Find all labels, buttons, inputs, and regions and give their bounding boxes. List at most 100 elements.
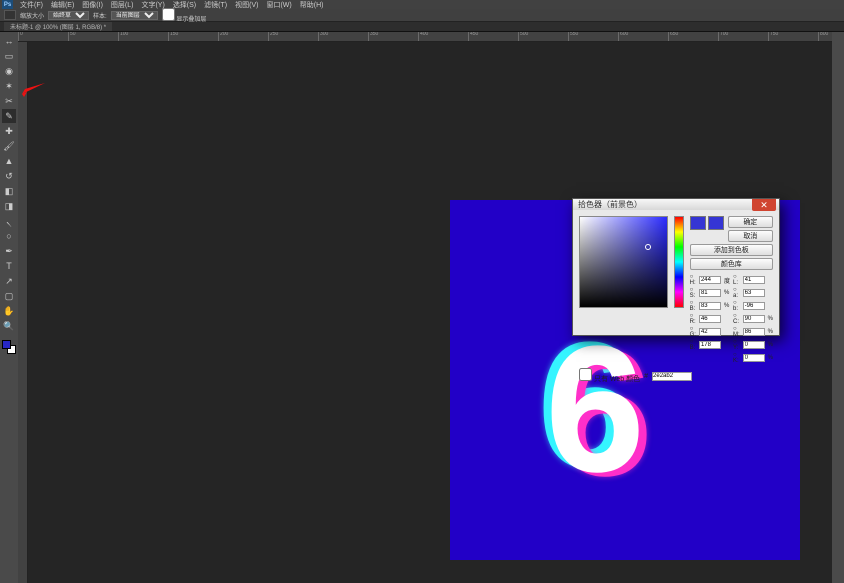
document-tabbar: 未标题-1 @ 100% (图层 1, RGB/8) * xyxy=(0,22,844,32)
field-label-K[interactable]: ○ K: xyxy=(733,352,740,364)
ruler-tick: 550 xyxy=(568,32,569,41)
add-swatch-button[interactable]: 添加到色板 xyxy=(690,244,773,256)
field-label-R[interactable]: ○ R: xyxy=(690,313,696,325)
eraser-tool[interactable]: ◧ xyxy=(2,184,16,198)
heal-tool[interactable]: ✚ xyxy=(2,124,16,138)
field-unit-Y: % xyxy=(768,342,773,348)
lasso-tool[interactable]: ◉ xyxy=(2,64,16,78)
brush-tool[interactable]: 🖌 xyxy=(2,139,16,153)
foreground-swatch[interactable] xyxy=(2,340,11,349)
color-picker-dialog: 拾色器（前景色） ✕ 确定 取消 添加到色板 颜色库 ○ H: 度○ L: ○ S:… xyxy=(572,198,780,336)
field-unit-K: % xyxy=(768,355,773,361)
path-tool[interactable]: ↗ xyxy=(2,274,16,288)
pen-tool[interactable]: ✒ xyxy=(2,244,16,258)
field-label-L[interactable]: ○ L: xyxy=(733,274,740,286)
ruler-tick: 0 xyxy=(18,32,19,41)
hand-tool[interactable]: ✋ xyxy=(2,304,16,318)
field-label-b[interactable]: ○ b: xyxy=(733,300,740,312)
dodge-tool[interactable]: ○ xyxy=(2,229,16,243)
field-input-Y[interactable] xyxy=(743,341,765,349)
menu-3[interactable]: 图层(L) xyxy=(107,0,138,10)
ruler-tick: 650 xyxy=(668,32,669,41)
options-bar: 缩放大小 始终草 样本: 当前图层 显示叠加层 xyxy=(0,9,844,22)
field-input-C[interactable] xyxy=(743,315,765,323)
history-brush-tool[interactable]: ↺ xyxy=(2,169,16,183)
ruler-tick: 800 xyxy=(818,32,819,41)
field-label-S[interactable]: ○ S: xyxy=(690,287,696,299)
active-tool-badge xyxy=(4,10,16,20)
close-button[interactable]: ✕ xyxy=(752,199,776,211)
field-unit-B: % xyxy=(724,303,730,309)
color-library-button[interactable]: 颜色库 xyxy=(690,258,773,270)
document-tab[interactable]: 未标题-1 @ 100% (图层 1, RGB/8) * xyxy=(4,22,112,31)
field-input-R[interactable] xyxy=(699,315,721,323)
dialog-titlebar[interactable]: 拾色器（前景色） ✕ xyxy=(573,199,779,210)
new-color-swatch xyxy=(690,216,706,230)
field-input-G[interactable] xyxy=(699,328,721,336)
old-color-swatch[interactable] xyxy=(708,216,724,230)
ruler-horizontal: 0501001502002503003504004505005506006507… xyxy=(18,32,832,42)
menu-8[interactable]: 窗口(W) xyxy=(262,0,295,10)
tools-panel: ↔▭◉✶✂✎✚🖌▲↺◧◨৲○✒T↗▢✋🔍 xyxy=(0,32,18,583)
ruler-tick: 300 xyxy=(318,32,319,41)
field-input-H[interactable] xyxy=(699,276,721,284)
ruler-tick: 100 xyxy=(118,32,119,41)
menu-2[interactable]: 图像(I) xyxy=(78,0,107,10)
ruler-tick: 50 xyxy=(68,32,69,41)
blur-tool[interactable]: ৲ xyxy=(2,214,16,228)
zoom-tool[interactable]: 🔍 xyxy=(2,319,16,333)
field-input-Bv[interactable] xyxy=(699,341,721,349)
color-swatches[interactable] xyxy=(2,340,16,354)
hex-input[interactable] xyxy=(652,372,692,381)
field-input-S[interactable] xyxy=(699,289,721,297)
gradient-tool[interactable]: ◨ xyxy=(2,199,16,213)
ruler-tick: 400 xyxy=(418,32,419,41)
marquee-tool[interactable]: ▭ xyxy=(2,49,16,63)
eyedropper-tool[interactable]: ✎ xyxy=(2,109,16,123)
field-input-K[interactable] xyxy=(743,354,765,362)
field-input-L[interactable] xyxy=(743,276,765,284)
field-input-M[interactable] xyxy=(743,328,765,336)
move-tool[interactable]: ↔ xyxy=(2,34,16,48)
field-label-a[interactable]: ○ a: xyxy=(733,287,740,299)
crop-tool[interactable]: ✂ xyxy=(2,94,16,108)
field-unit-C: % xyxy=(768,316,773,322)
field-unit-M: % xyxy=(768,329,773,335)
field-label-B[interactable]: ○ B: xyxy=(690,300,696,312)
ruler-tick: 350 xyxy=(368,32,369,41)
hue-slider[interactable] xyxy=(674,216,684,308)
field-label-H[interactable]: ○ H: xyxy=(690,274,696,286)
right-dock xyxy=(832,32,844,583)
web-only-checkbox[interactable]: 只有 Web 颜色 xyxy=(579,368,640,384)
ok-button[interactable]: 确定 xyxy=(728,216,773,228)
menu-7[interactable]: 视图(V) xyxy=(231,0,262,10)
menu-1[interactable]: 编辑(E) xyxy=(47,0,78,10)
opt-check[interactable]: 显示叠加层 xyxy=(162,8,207,23)
opt-mode-select[interactable]: 始终草 xyxy=(48,11,89,20)
field-input-b[interactable] xyxy=(743,302,765,310)
ruler-tick: 500 xyxy=(518,32,519,41)
field-label-Y[interactable]: ○ Y: xyxy=(733,339,740,351)
field-input-a[interactable] xyxy=(743,289,765,297)
app-logo: Ps xyxy=(2,0,13,9)
ruler-tick: 200 xyxy=(218,32,219,41)
ruler-vertical xyxy=(18,42,28,583)
type-tool[interactable]: T xyxy=(2,259,16,273)
stamp-tool[interactable]: ▲ xyxy=(2,154,16,168)
wand-tool[interactable]: ✶ xyxy=(2,79,16,93)
field-input-B[interactable] xyxy=(699,302,721,310)
field-label-Bv[interactable]: ○ B: xyxy=(690,339,696,351)
field-label-G[interactable]: ○ G: xyxy=(690,326,696,338)
shape-tool[interactable]: ▢ xyxy=(2,289,16,303)
menu-9[interactable]: 帮助(H) xyxy=(296,0,328,10)
opt-extra-select[interactable]: 当前图层 xyxy=(111,11,158,20)
ruler-tick: 750 xyxy=(768,32,769,41)
field-unit-H: 度 xyxy=(724,276,730,285)
cancel-button[interactable]: 取消 xyxy=(728,230,773,242)
field-label-C[interactable]: ○ C: xyxy=(733,313,740,325)
ruler-tick: 700 xyxy=(718,32,719,41)
menu-0[interactable]: 文件(F) xyxy=(16,0,47,10)
ruler-tick: 600 xyxy=(618,32,619,41)
field-label-M[interactable]: ○ M: xyxy=(733,326,740,338)
saturation-value-field[interactable] xyxy=(579,216,668,308)
